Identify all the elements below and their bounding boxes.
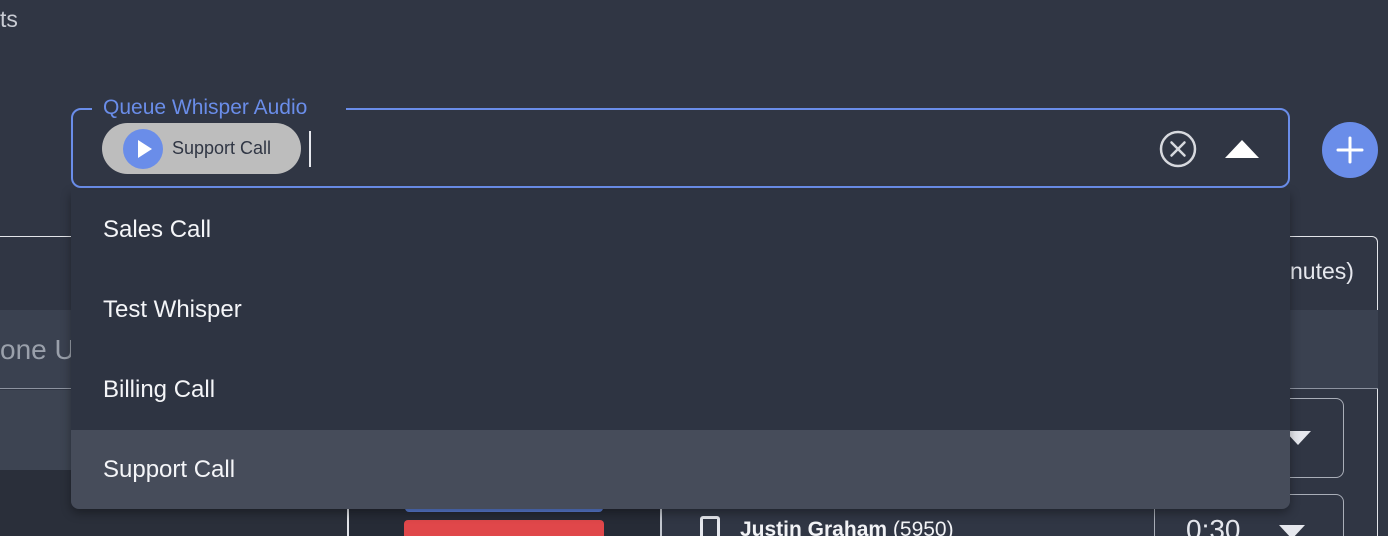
clear-button[interactable] bbox=[1158, 129, 1198, 169]
dropdown-toggle-button[interactable] bbox=[1222, 134, 1262, 164]
clear-circle-icon bbox=[1159, 130, 1197, 168]
selected-chip-label: Support Call bbox=[172, 138, 272, 158]
option-test-whisper[interactable]: Test Whisper bbox=[71, 270, 1290, 350]
option-support-call[interactable]: Support Call bbox=[71, 430, 1290, 509]
phone-icon bbox=[700, 516, 720, 536]
timer-value: 0:30 bbox=[1186, 514, 1241, 536]
play-icon[interactable] bbox=[123, 128, 163, 169]
column-header-fragment-2: one U bbox=[0, 334, 75, 365]
heading-fragment: ts bbox=[0, 6, 18, 32]
plus-icon bbox=[1336, 136, 1364, 164]
options-listbox: Sales Call Test Whisper Billing Call Sup… bbox=[71, 190, 1290, 509]
column-header-fragment: nutes) bbox=[1290, 258, 1354, 284]
option-billing-call[interactable]: Billing Call bbox=[71, 350, 1290, 430]
option-sales-call[interactable]: Sales Call bbox=[71, 190, 1290, 270]
add-whisper-button[interactable] bbox=[1322, 122, 1378, 178]
agent-name: Justin Graham (5950) bbox=[740, 518, 954, 536]
agent-name-text: Justin Graham bbox=[740, 518, 888, 536]
field-label: Queue Whisper Audio bbox=[103, 96, 308, 119]
agent-extension: (5950) bbox=[892, 518, 954, 536]
action-button-red[interactable] bbox=[404, 520, 604, 536]
selected-chip[interactable]: Support Call bbox=[102, 123, 301, 174]
text-cursor bbox=[309, 131, 311, 167]
chevron-down-icon bbox=[1279, 525, 1305, 536]
caret-up-icon bbox=[1225, 140, 1259, 158]
